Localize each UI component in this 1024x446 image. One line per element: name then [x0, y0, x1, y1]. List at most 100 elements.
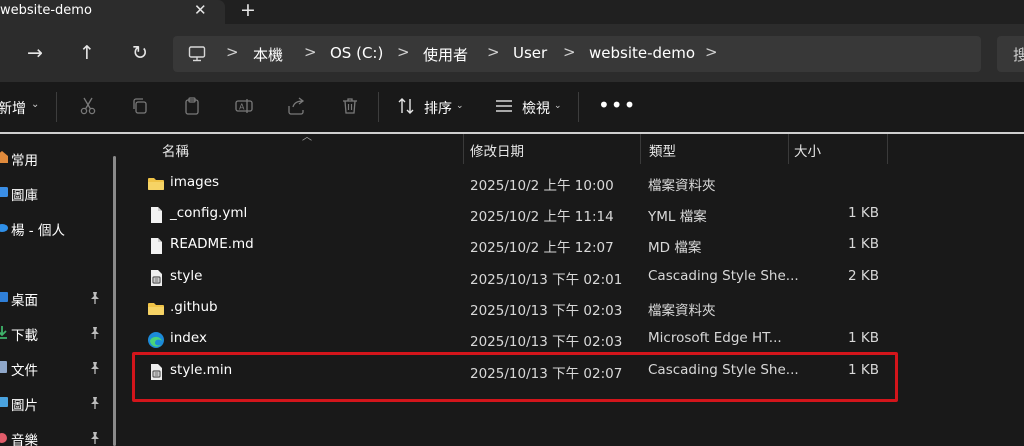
breadcrumb-user[interactable]: User	[513, 44, 547, 62]
column-header-size[interactable]: 大小	[794, 140, 821, 160]
file-size: 1 KB	[848, 236, 879, 252]
file-type: Cascading Style She...	[648, 268, 799, 284]
file-size: 1 KB	[848, 205, 879, 221]
chevron-down-icon[interactable]: ⌄	[31, 99, 39, 110]
address-bar[interactable]: > 本機 > OS (C:) > 使用者 > User > website-de…	[173, 36, 981, 72]
close-icon[interactable]: ✕	[194, 1, 207, 19]
file-type: YML 檔案	[648, 209, 707, 225]
column-divider[interactable]	[463, 134, 464, 164]
up-icon[interactable]: ↑	[74, 40, 100, 66]
chevron-right-icon[interactable]: >	[705, 43, 718, 61]
css-file-icon	[151, 270, 162, 286]
file-row-index[interactable]: index 2025/10/13 下午 02:03 Microsoft Edge…	[130, 324, 1024, 355]
sidebar-item-label: 常用	[11, 153, 38, 169]
sort-button[interactable]: 排序	[424, 98, 452, 118]
column-divider[interactable]	[887, 134, 888, 164]
forward-icon[interactable]: →	[22, 40, 48, 66]
file-type: MD 檔案	[648, 240, 702, 256]
file-name: _config.yml	[170, 205, 248, 221]
file-name: index	[170, 330, 207, 346]
chevron-right-icon[interactable]: >	[487, 43, 500, 61]
chevron-down-icon[interactable]: ⌄	[456, 101, 464, 111]
pictures-icon	[0, 397, 8, 407]
sidebar-item-label: 桌面	[11, 293, 38, 309]
file-date: 2025/10/13 下午 02:03	[470, 303, 623, 319]
desktop-icon	[0, 292, 8, 302]
column-header-type[interactable]: 類型	[649, 140, 676, 160]
tab-bar: website-demo ✕ +	[0, 0, 1024, 24]
music-icon	[0, 433, 7, 443]
file-date: 2025/10/2 上午 12:07	[470, 240, 614, 256]
column-header-name[interactable]: 名稱	[162, 140, 189, 160]
new-button[interactable]: 新增	[0, 98, 26, 118]
breadcrumb-this-pc[interactable]: 本機	[253, 44, 283, 65]
divider	[578, 92, 579, 122]
breadcrumb-website-demo[interactable]: website-demo	[589, 44, 695, 62]
view-icon[interactable]	[494, 96, 514, 116]
file-type: Microsoft Edge HT...	[648, 330, 782, 346]
pin-icon[interactable]	[89, 396, 101, 410]
folder-icon	[148, 303, 164, 315]
column-divider[interactable]	[640, 134, 641, 164]
file-size: 2 KB	[848, 268, 879, 284]
tab-title: website-demo	[0, 3, 92, 18]
file-date: 2025/10/2 上午 10:00	[470, 178, 614, 194]
search-input[interactable]: 搜	[997, 36, 1024, 72]
sidebar-item-label: 音樂	[11, 433, 38, 446]
breadcrumb-users[interactable]: 使用者	[423, 44, 468, 65]
delete-icon[interactable]	[340, 96, 360, 116]
share-icon[interactable]	[286, 96, 306, 116]
pin-icon[interactable]	[89, 431, 101, 445]
column-header-date[interactable]: 修改日期	[470, 140, 524, 160]
file-row-config-yml[interactable]: _config.yml 2025/10/2 上午 11:14 YML 檔案 1 …	[130, 199, 1024, 230]
chevron-right-icon[interactable]: >	[563, 43, 576, 61]
chevron-right-icon[interactable]: >	[304, 43, 317, 61]
chevron-down-icon[interactable]: ⌄	[554, 101, 562, 111]
column-divider[interactable]	[788, 134, 789, 164]
rename-icon[interactable]: A	[234, 96, 254, 116]
column-header-row: 名稱 修改日期 類型 大小	[130, 134, 1024, 164]
sidebar-item-downloads[interactable]: 下載	[0, 318, 110, 348]
paste-icon[interactable]	[182, 96, 202, 116]
sidebar-item-label: 下載	[11, 328, 38, 344]
sidebar-item-pictures[interactable]: 圖片	[0, 388, 110, 418]
tab-website-demo[interactable]: website-demo ✕	[0, 0, 225, 24]
command-bar: 新增 ⌄ A 排序 ⌄ 檢視 ⌄ •••	[0, 82, 1024, 132]
breadcrumb-os-c[interactable]: OS (C:)	[330, 44, 383, 62]
sidebar-item-gallery[interactable]: 圖庫	[0, 178, 110, 208]
file-type: 檔案資料夾	[648, 303, 716, 319]
refresh-icon[interactable]: ↻	[127, 40, 153, 66]
pin-icon[interactable]	[89, 361, 101, 375]
copy-icon[interactable]	[130, 96, 150, 116]
pin-icon[interactable]	[89, 291, 101, 305]
sidebar-item-desktop[interactable]: 桌面	[0, 283, 110, 313]
file-type: 檔案資料夾	[648, 178, 716, 194]
home-icon	[0, 151, 8, 163]
download-icon	[0, 326, 7, 339]
file-date: 2025/10/2 上午 11:14	[470, 209, 614, 225]
new-tab-icon[interactable]: +	[240, 0, 256, 21]
file-name: images	[170, 174, 220, 190]
sidebar-item-onedrive[interactable]: 楊 - 個人	[0, 213, 110, 243]
sidebar-item-documents[interactable]: 文件	[0, 353, 110, 383]
sidebar-item-label: 圖庫	[11, 188, 38, 204]
onedrive-icon	[0, 224, 8, 232]
pin-icon[interactable]	[89, 326, 101, 340]
file-size: 1 KB	[848, 330, 879, 346]
svg-text:A: A	[239, 103, 245, 112]
file-row-github[interactable]: .github 2025/10/13 下午 02:03 檔案資料夾	[130, 293, 1024, 324]
file-row-readme-md[interactable]: README.md 2025/10/2 上午 12:07 MD 檔案 1 KB	[130, 230, 1024, 261]
navigation-bar: → ↑ ↻ > 本機 > OS (C:) > 使用者 > User > webs…	[0, 24, 1024, 82]
file-row-images[interactable]: images 2025/10/2 上午 10:00 檔案資料夾	[130, 168, 1024, 199]
more-options-icon[interactable]: •••	[598, 93, 636, 117]
view-button[interactable]: 檢視	[522, 98, 550, 118]
chevron-right-icon[interactable]: >	[397, 43, 410, 61]
file-row-style[interactable]: style 2025/10/13 下午 02:01 Cascading Styl…	[130, 262, 1024, 293]
sort-icon[interactable]	[396, 96, 416, 116]
sidebar-item-music[interactable]: 音樂	[0, 423, 110, 446]
sidebar-scrollbar[interactable]	[113, 156, 116, 446]
chevron-right-icon[interactable]: >	[226, 43, 239, 61]
cut-icon[interactable]	[78, 96, 98, 116]
highlight-annotation	[132, 352, 898, 402]
sidebar-item-home[interactable]: 常用	[0, 143, 110, 173]
